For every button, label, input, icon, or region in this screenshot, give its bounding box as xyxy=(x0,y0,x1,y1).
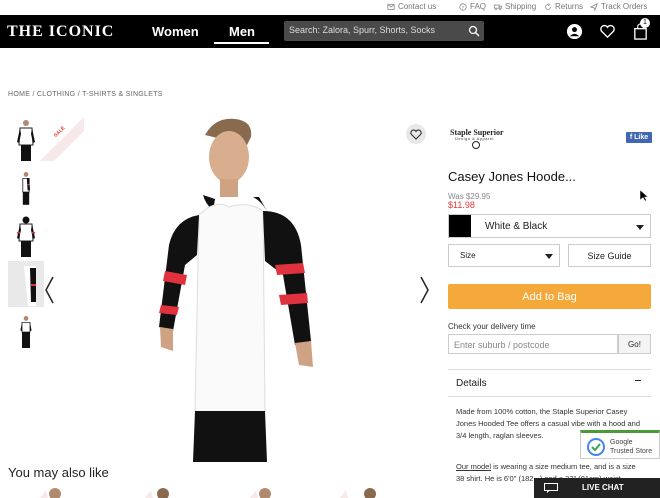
product-title: Casey Jones Hoode... xyxy=(448,169,576,184)
our-model-link[interactable]: Our model xyxy=(456,462,491,471)
thumbnail-4-selected[interactable] xyxy=(8,261,44,307)
thumbnail-3[interactable] xyxy=(8,213,44,259)
thumbnail-1[interactable] xyxy=(8,117,44,163)
utility-bar: Contact us ? FAQ Shipping Returns Track … xyxy=(0,0,660,15)
search-icon[interactable] xyxy=(468,25,480,37)
color-swatch xyxy=(449,215,471,237)
thumbnail-image xyxy=(17,120,35,161)
mouse-cursor-icon xyxy=(640,190,648,202)
facebook-like-label: Like xyxy=(634,134,649,141)
chat-bubble-icon xyxy=(544,483,558,493)
contact-link[interactable]: Contact us xyxy=(387,2,436,11)
shipping-label: Shipping xyxy=(505,2,537,11)
chevron-left-icon[interactable] xyxy=(43,275,55,305)
question-icon: ? xyxy=(459,2,467,11)
returns-link[interactable]: Returns xyxy=(544,2,583,11)
faq-label: FAQ xyxy=(470,2,487,11)
recommended-product-image[interactable] xyxy=(250,486,280,498)
recommended-product-image[interactable] xyxy=(145,486,175,498)
wishlist-heart-icon[interactable] xyxy=(599,23,616,40)
cart-count-badge: 1 xyxy=(640,18,650,28)
refresh-icon xyxy=(545,2,551,10)
search-input[interactable]: Search: Zalora, Spurr, Shorts, Socks xyxy=(284,21,484,41)
recommendations-heading: You may also like xyxy=(8,465,109,480)
trusted-line-1: Google xyxy=(610,439,633,446)
brand-emblem-icon xyxy=(472,141,480,149)
sale-price: $11.98 xyxy=(448,200,475,210)
chevron-right-icon[interactable] xyxy=(419,275,431,305)
shipping-link[interactable]: Shipping xyxy=(494,2,536,11)
site-logo[interactable]: THE ICONIC xyxy=(7,23,114,41)
delivery-label: Check your delivery time xyxy=(448,322,536,331)
track-orders-link[interactable]: Track Orders xyxy=(590,2,647,11)
faq-link[interactable]: ? FAQ xyxy=(459,2,486,11)
details-label: Details xyxy=(456,378,487,389)
chevron-down-icon xyxy=(545,254,553,259)
svg-text:?: ? xyxy=(462,5,465,11)
checkmark-badge-icon xyxy=(587,438,605,456)
search-placeholder: Search: Zalora, Spurr, Shorts, Socks xyxy=(289,25,436,35)
nav-men[interactable]: Men xyxy=(229,24,255,39)
envelope-icon xyxy=(387,3,395,10)
size-guide-button[interactable]: Size Guide xyxy=(568,244,651,267)
truck-icon xyxy=(494,4,502,10)
color-select[interactable]: White & Black xyxy=(448,214,651,238)
paper-plane-icon xyxy=(590,2,598,11)
live-chat-button[interactable]: LIVE CHAT xyxy=(534,478,660,498)
contact-label: Contact us xyxy=(398,2,437,11)
thumbnail-image xyxy=(17,216,35,257)
thumbnail-2[interactable] xyxy=(8,165,44,211)
nav-active-indicator xyxy=(214,42,269,44)
recommended-product-image[interactable] xyxy=(340,486,380,498)
recommended-product-image[interactable] xyxy=(40,486,70,498)
account-icon[interactable] xyxy=(566,23,583,40)
add-to-wishlist-button[interactable] xyxy=(406,124,426,144)
returns-label: Returns xyxy=(555,2,584,11)
track-orders-label: Track Orders xyxy=(601,2,648,11)
size-select-value: Size xyxy=(460,251,476,260)
facebook-icon: f xyxy=(629,134,633,141)
size-select[interactable]: Size xyxy=(448,244,560,267)
color-select-value: White & Black xyxy=(485,221,548,232)
thumbnail-image xyxy=(24,266,36,306)
postcode-input[interactable]: Enter suburb / postcode xyxy=(448,334,618,354)
facebook-like-button[interactable]: f Like xyxy=(626,132,652,143)
main-product-image xyxy=(159,118,313,462)
heart-icon xyxy=(410,129,422,140)
google-trusted-store-badge[interactable]: Google Trusted Store xyxy=(580,430,660,459)
collapse-minus-icon xyxy=(635,380,641,381)
thumbnail-image xyxy=(22,172,30,205)
details-accordion[interactable]: Details xyxy=(448,369,651,397)
sale-ribbon xyxy=(40,117,84,161)
add-to-bag-button[interactable]: Add to Bag xyxy=(448,284,651,309)
nav-women[interactable]: Women xyxy=(152,24,199,39)
thumbnail-image xyxy=(20,316,32,348)
go-button[interactable]: Go! xyxy=(618,334,651,354)
breadcrumb[interactable]: HOME / CLOTHING / T-SHIRTS & SINGLETS xyxy=(8,91,163,98)
recommendations-row xyxy=(0,484,440,498)
chevron-down-icon xyxy=(636,225,644,230)
trusted-line-2: Trusted Store xyxy=(610,448,653,455)
thumbnail-5[interactable] xyxy=(8,309,44,355)
live-chat-label: LIVE CHAT xyxy=(582,483,624,492)
main-nav: THE ICONIC Women Men Search: Zalora, Spu… xyxy=(0,15,660,48)
